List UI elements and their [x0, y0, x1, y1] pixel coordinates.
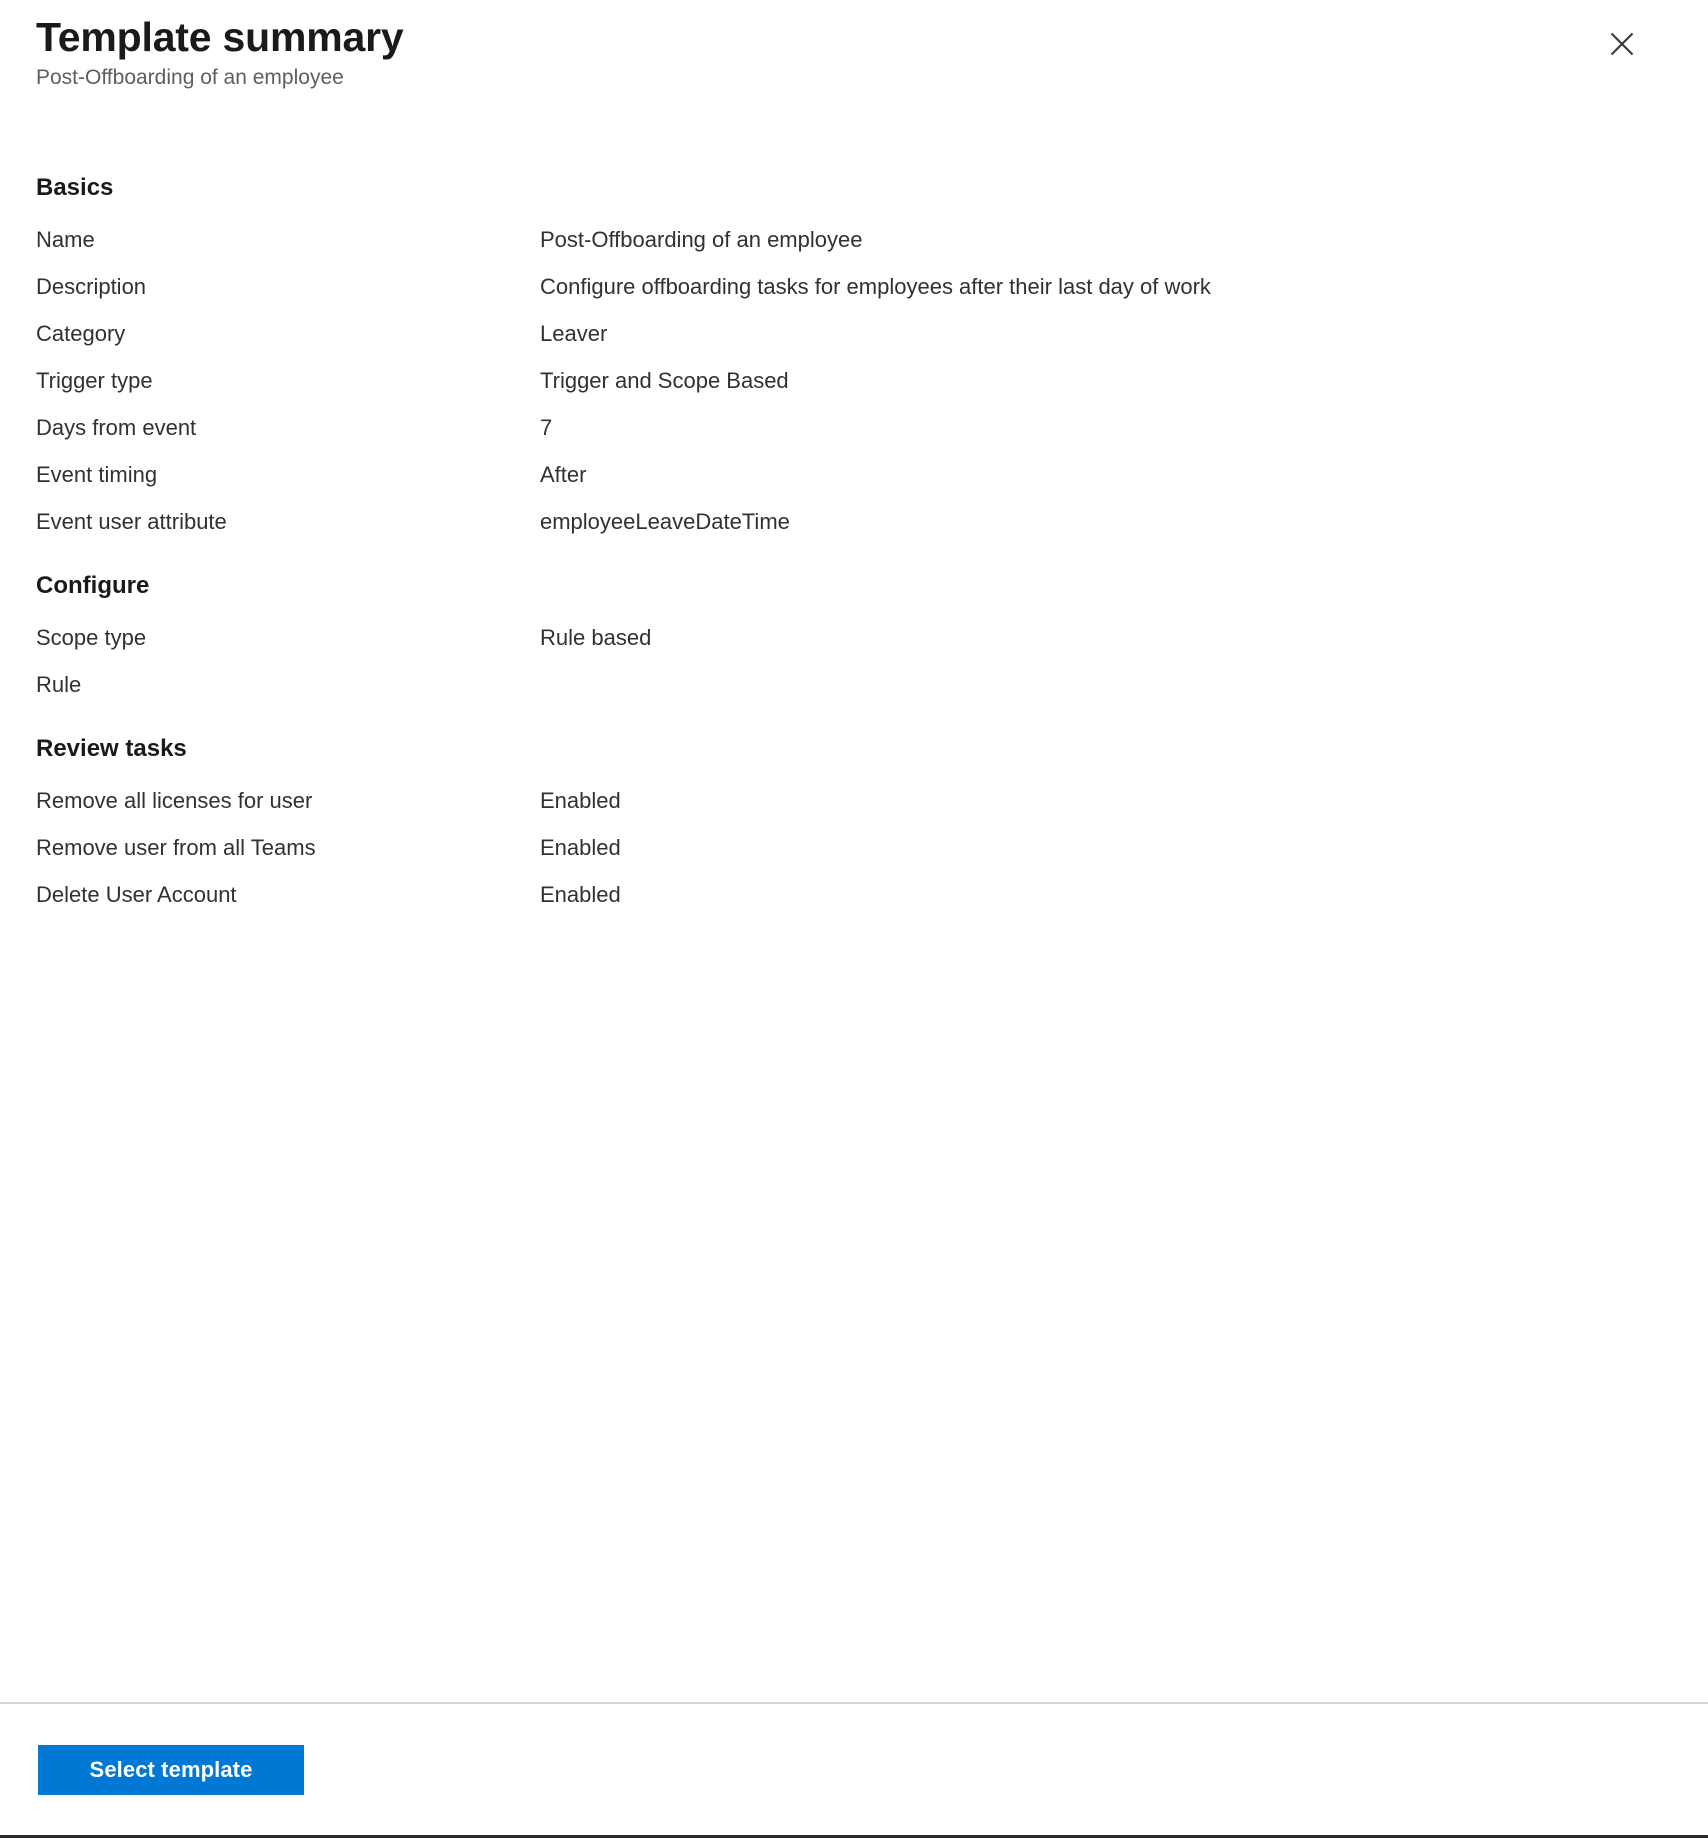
section-basics: Basics Name Post-Offboarding of an emplo…	[0, 174, 1708, 556]
row-value-event-timing: After	[540, 462, 587, 487]
close-button[interactable]	[1598, 20, 1646, 68]
template-summary-panel: Template summary Post-Offboarding of an …	[0, 0, 1708, 1838]
row-label-remove-all-licenses: Remove all licenses for user	[36, 788, 313, 813]
row-label-category: Category	[36, 321, 126, 346]
summary-row: Event user attribute employeeLeaveDateTi…	[0, 509, 1708, 556]
row-label-event-timing: Event timing	[36, 462, 158, 487]
summary-row: Days from event 7	[0, 415, 1708, 462]
summary-row: Remove all licenses for user Enabled	[0, 788, 1708, 835]
summary-row: Description Configure offboarding tasks …	[0, 274, 1708, 321]
row-label-description: Description	[36, 274, 147, 299]
select-template-button[interactable]: Select template	[38, 1745, 304, 1795]
row-value-remove-user-from-teams: Enabled	[540, 835, 621, 860]
row-label-name: Name	[36, 227, 95, 252]
row-label-days-from-event: Days from event	[36, 415, 197, 440]
row-value-category: Leaver	[540, 321, 608, 346]
row-value-remove-all-licenses: Enabled	[540, 788, 621, 813]
row-label-rule: Rule	[36, 672, 82, 697]
row-value-event-user-attribute: employeeLeaveDateTime	[540, 509, 790, 534]
section-configure: Configure Scope type Rule based Rule	[0, 572, 1708, 719]
summary-row: Category Leaver	[0, 321, 1708, 368]
summary-row: Delete User Account Enabled	[0, 882, 1708, 929]
row-value-trigger-type: Trigger and Scope Based	[540, 368, 789, 393]
row-value-days-from-event: 7	[540, 415, 553, 440]
row-label-event-user-attribute: Event user attribute	[36, 509, 227, 534]
page-subtitle: Post-Offboarding of an employee	[36, 66, 344, 89]
page-title: Template summary	[36, 14, 404, 60]
close-icon	[1609, 31, 1635, 57]
summary-row: Rule	[0, 672, 1708, 719]
section-title-review-tasks: Review tasks	[36, 735, 187, 762]
row-label-scope-type: Scope type	[36, 625, 147, 650]
section-title-configure: Configure	[36, 572, 150, 599]
summary-row: Trigger type Trigger and Scope Based	[0, 368, 1708, 415]
panel-body: Basics Name Post-Offboarding of an emplo…	[0, 120, 1708, 1704]
summary-row: Event timing After	[0, 462, 1708, 509]
panel-header: Template summary Post-Offboarding of an …	[0, 0, 1708, 120]
panel-footer: Select template	[0, 1702, 1708, 1835]
section-title-basics: Basics	[36, 174, 114, 201]
summary-row: Remove user from all Teams Enabled	[0, 835, 1708, 882]
summary-row: Scope type Rule based	[0, 625, 1708, 672]
section-review-tasks: Review tasks Remove all licenses for use…	[0, 735, 1708, 929]
row-value-delete-user-account: Enabled	[540, 882, 621, 907]
row-label-trigger-type: Trigger type	[36, 368, 153, 393]
row-label-remove-user-from-teams: Remove user from all Teams	[36, 835, 316, 860]
row-value-description: Configure offboarding tasks for employee…	[540, 274, 1211, 299]
row-label-delete-user-account: Delete User Account	[36, 882, 237, 907]
row-value-scope-type: Rule based	[540, 625, 652, 650]
row-value-name: Post-Offboarding of an employee	[540, 227, 863, 252]
summary-row: Name Post-Offboarding of an employee	[0, 227, 1708, 274]
